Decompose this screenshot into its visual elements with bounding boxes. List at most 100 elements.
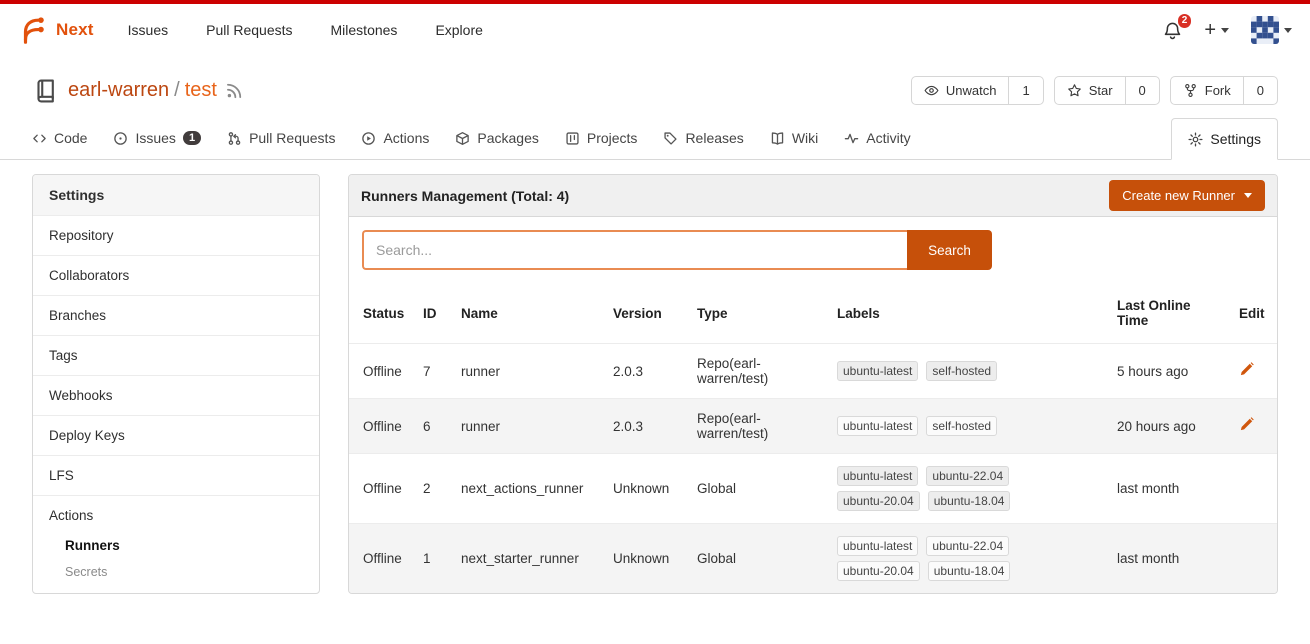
forks-count[interactable]: 0 xyxy=(1244,77,1277,104)
runner-version: 2.0.3 xyxy=(605,344,689,399)
runner-label-badge: self-hosted xyxy=(926,361,997,381)
repo-header: earl-warren / test Unwatch 1 xyxy=(0,56,1310,117)
rss-feed-button[interactable] xyxy=(226,82,243,99)
runner-type: Global xyxy=(689,524,829,594)
tab-label: Projects xyxy=(587,130,638,146)
sidebar-item-tags[interactable]: Tags xyxy=(33,335,319,375)
star-button[interactable]: Star xyxy=(1055,77,1126,104)
runner-name: next_actions_runner xyxy=(453,454,605,524)
home-link[interactable]: Next xyxy=(18,15,94,45)
runner-version: 2.0.3 xyxy=(605,399,689,454)
sidebar-item-deploy-keys[interactable]: Deploy Keys xyxy=(33,415,319,455)
nav-link-milestones[interactable]: Milestones xyxy=(331,22,398,38)
tab-wiki[interactable]: Wiki xyxy=(770,117,818,159)
sidebar-item-collaborators[interactable]: Collaborators xyxy=(33,255,319,295)
runner-search-input[interactable] xyxy=(362,230,907,270)
runner-label-badge: ubuntu-latest xyxy=(837,536,918,556)
sidebar-item-repository[interactable]: Repository xyxy=(33,215,319,255)
search-row: Search xyxy=(349,217,1277,283)
column-header-edit: Edit xyxy=(1231,283,1277,344)
gear-icon xyxy=(1188,132,1203,147)
column-header-last-online-time: Last Online Time xyxy=(1109,283,1231,344)
sidebar-actions-submenu: Runners Secrets xyxy=(49,532,303,585)
unwatch-label: Unwatch xyxy=(946,83,997,98)
actions-icon xyxy=(361,131,376,146)
tab-settings[interactable]: Settings xyxy=(1171,118,1278,160)
rss-icon xyxy=(226,82,243,99)
runner-row: Offline2next_actions_runnerUnknownGlobal… xyxy=(349,454,1277,524)
tab-code[interactable]: Code xyxy=(32,117,87,159)
nav-link-pull-requests[interactable]: Pull Requests xyxy=(206,22,292,38)
runner-name: runner xyxy=(453,399,605,454)
nav-link-issues[interactable]: Issues xyxy=(128,22,168,38)
unwatch-button[interactable]: Unwatch xyxy=(912,77,1010,104)
tab-actions[interactable]: Actions xyxy=(361,117,429,159)
repo-breadcrumb: earl-warren / test xyxy=(68,79,217,102)
column-header-version: Version xyxy=(605,283,689,344)
stars-count[interactable]: 0 xyxy=(1126,77,1159,104)
runner-edit-cell xyxy=(1231,344,1277,399)
tab-pull-requests[interactable]: Pull Requests xyxy=(227,117,335,159)
notifications-button[interactable]: 2 xyxy=(1163,21,1182,40)
tab-label: Packages xyxy=(477,130,538,146)
runner-label-badge: ubuntu-latest xyxy=(837,466,918,486)
sidebar-item-runners[interactable]: Runners xyxy=(49,532,303,559)
create-menu-button[interactable]: + xyxy=(1204,20,1229,40)
runner-status: Offline xyxy=(349,399,415,454)
runner-label-badge: ubuntu-20.04 xyxy=(837,561,920,581)
sidebar-item-lfs[interactable]: LFS xyxy=(33,455,319,495)
runner-id: 2 xyxy=(415,454,453,524)
tab-label: Actions xyxy=(383,130,429,146)
repo-name-link[interactable]: test xyxy=(185,79,217,102)
runner-label-badge: ubuntu-latest xyxy=(837,361,918,381)
runners-table-head-row: StatusIDNameVersionTypeLabelsLast Online… xyxy=(349,283,1277,344)
edit-runner-button[interactable] xyxy=(1239,417,1254,432)
tab-releases[interactable]: Releases xyxy=(663,117,743,159)
runner-type: Global xyxy=(689,454,829,524)
column-header-name: Name xyxy=(453,283,605,344)
releases-icon xyxy=(663,131,678,146)
runner-id: 1 xyxy=(415,524,453,594)
sidebar-title: Settings xyxy=(33,175,319,215)
runner-label-badge: ubuntu-22.04 xyxy=(926,466,1009,486)
repo-owner-link[interactable]: earl-warren xyxy=(68,79,169,102)
fork-button[interactable]: Fork xyxy=(1171,77,1244,104)
runner-edit-cell xyxy=(1231,399,1277,454)
watchers-count[interactable]: 1 xyxy=(1009,77,1042,104)
runner-last-online: 5 hours ago xyxy=(1109,344,1231,399)
user-menu-button[interactable] xyxy=(1251,16,1292,44)
tab-packages[interactable]: Packages xyxy=(455,117,538,159)
tab-label: Activity xyxy=(866,130,910,146)
nav-link-explore[interactable]: Explore xyxy=(435,22,482,38)
runner-name: next_starter_runner xyxy=(453,524,605,594)
search-button[interactable]: Search xyxy=(907,230,992,270)
panel-title: Runners Management (Total: 4) xyxy=(361,188,569,204)
caret-down-icon xyxy=(1221,28,1229,33)
tab-label: Settings xyxy=(1210,131,1261,147)
sidebar-item-webhooks[interactable]: Webhooks xyxy=(33,375,319,415)
tab-activity[interactable]: Activity xyxy=(844,117,910,159)
tab-projects[interactable]: Projects xyxy=(565,117,638,159)
watch-button-group: Unwatch 1 xyxy=(911,76,1044,105)
runner-row: Offline1next_starter_runnerUnknownGlobal… xyxy=(349,524,1277,594)
runner-name: runner xyxy=(453,344,605,399)
wiki-icon xyxy=(770,131,785,146)
edit-runner-button[interactable] xyxy=(1239,362,1254,377)
runner-id: 6 xyxy=(415,399,453,454)
star-icon xyxy=(1067,83,1082,98)
runner-status: Offline xyxy=(349,344,415,399)
runners-table-body: Offline7runner2.0.3Repo(earl-warren/test… xyxy=(349,344,1277,594)
tab-issues[interactable]: Issues 1 xyxy=(113,117,201,159)
caret-down-icon xyxy=(1244,193,1252,198)
sidebar-item-secrets[interactable]: Secrets xyxy=(49,559,303,585)
create-runner-button[interactable]: Create new Runner xyxy=(1109,180,1265,211)
fork-icon xyxy=(1183,83,1198,98)
edit-pencil-icon xyxy=(1239,417,1254,432)
runner-last-online: last month xyxy=(1109,524,1231,594)
settings-sidebar: Settings Repository Collaborators Branch… xyxy=(32,174,320,594)
runner-label-badge: ubuntu-22.04 xyxy=(926,536,1009,556)
sidebar-item-branches[interactable]: Branches xyxy=(33,295,319,335)
notification-count-badge: 2 xyxy=(1178,14,1192,28)
column-header-status: Status xyxy=(349,283,415,344)
sidebar-item-actions-label[interactable]: Actions xyxy=(49,508,303,523)
